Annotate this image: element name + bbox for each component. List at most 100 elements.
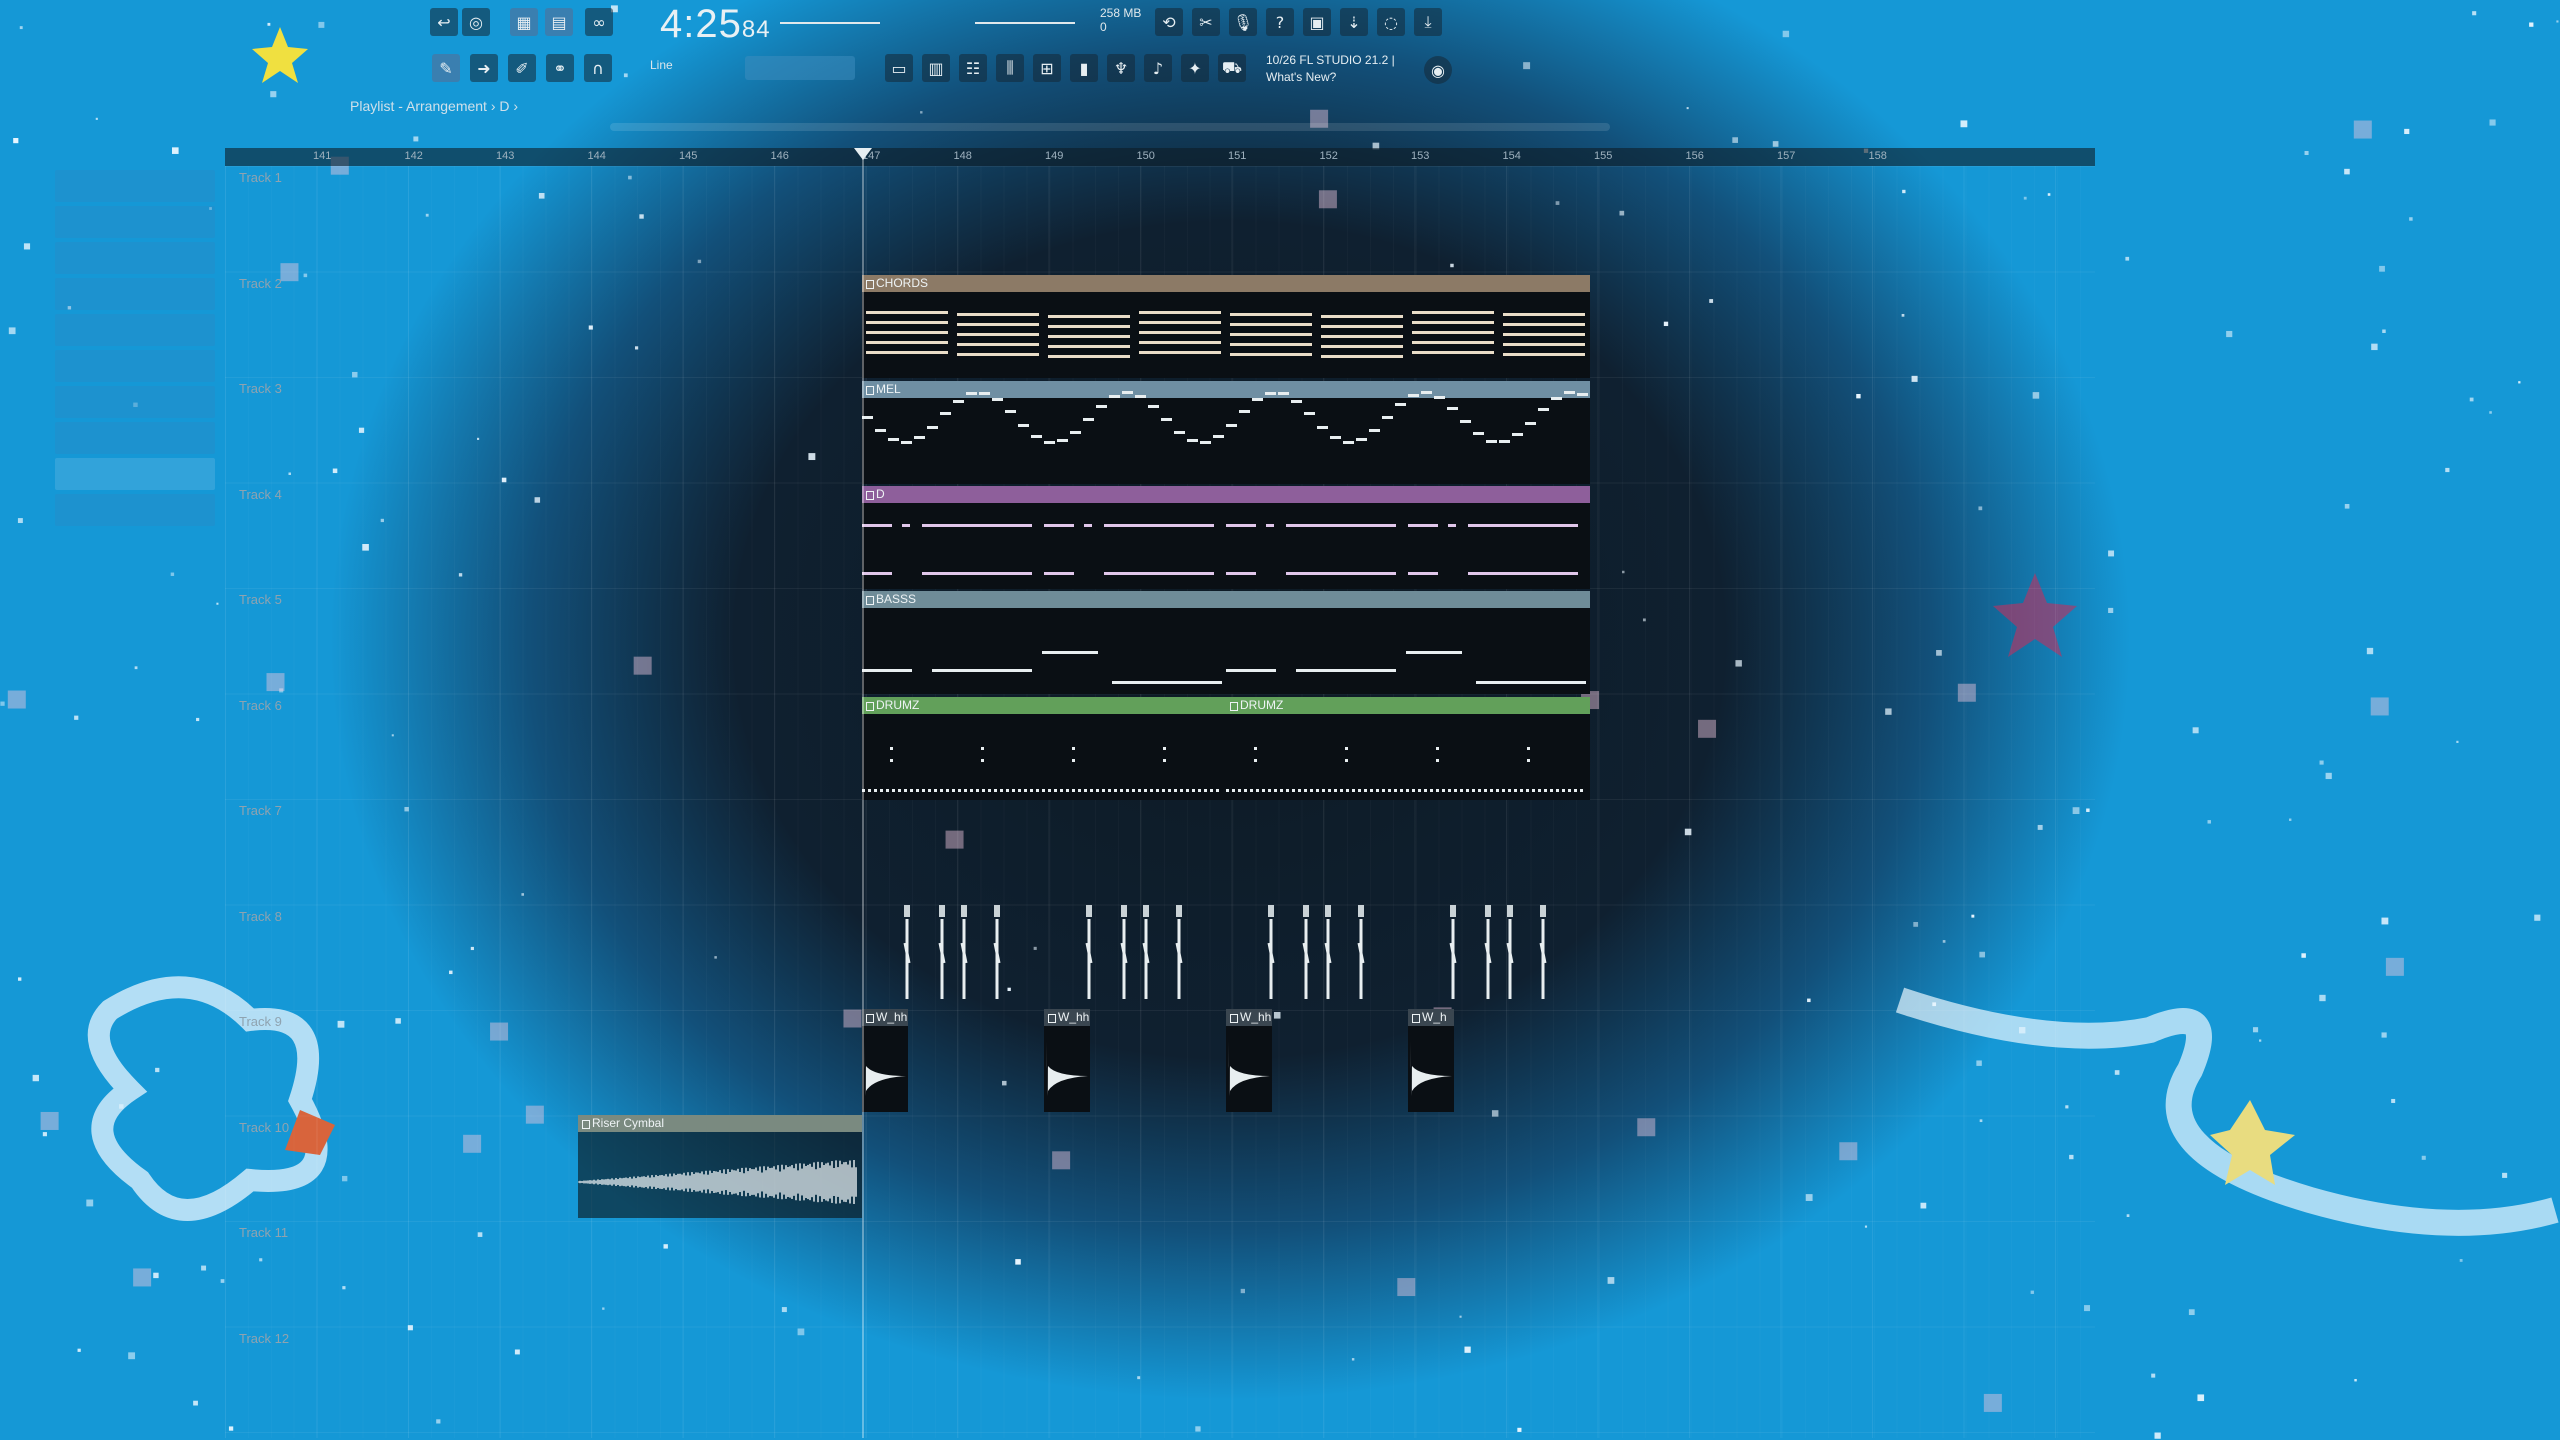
note bbox=[1083, 418, 1094, 421]
note bbox=[1310, 789, 1313, 792]
pattern-mode-icon[interactable]: ▤ bbox=[545, 8, 573, 36]
track-label[interactable]: Track 4 bbox=[239, 487, 282, 502]
track-label[interactable]: Track 2 bbox=[239, 276, 282, 291]
link-icon[interactable]: ⚭ bbox=[546, 54, 574, 82]
clip-hh-3[interactable]: W_hh bbox=[1226, 1009, 1272, 1112]
song-mode-icon[interactable]: ▦ bbox=[510, 8, 538, 36]
clip-chords[interactable]: CHORDS bbox=[862, 275, 1590, 378]
picker-item[interactable] bbox=[55, 422, 215, 454]
picker-item[interactable] bbox=[55, 170, 215, 202]
picker-item[interactable] bbox=[55, 386, 215, 418]
track-label[interactable]: Track 5 bbox=[239, 592, 282, 607]
clip-basss[interactable]: BASSS bbox=[862, 591, 1590, 694]
note bbox=[1556, 789, 1559, 792]
magnet-icon[interactable]: ∩ bbox=[584, 54, 612, 82]
track-label[interactable]: Track 11 bbox=[239, 1225, 288, 1240]
note bbox=[976, 789, 979, 792]
track-label[interactable]: Track 10 bbox=[239, 1120, 289, 1135]
picker-item-selected[interactable] bbox=[55, 458, 215, 490]
snap-selector[interactable]: Line bbox=[650, 58, 673, 72]
clip-drumz-a-label: DRUMZ bbox=[862, 697, 1226, 714]
picker-item[interactable] bbox=[55, 350, 215, 382]
song-position[interactable]: 4:2584 bbox=[660, 2, 771, 47]
document-icon[interactable]: ▮ bbox=[1070, 54, 1098, 82]
picker-item[interactable] bbox=[55, 314, 215, 346]
export-icon[interactable]: ⇣ bbox=[1340, 8, 1368, 36]
clip-d[interactable]: D bbox=[862, 486, 1590, 589]
note bbox=[1280, 789, 1283, 792]
note bbox=[1577, 393, 1588, 396]
wrench-icon[interactable]: ✦ bbox=[1181, 54, 1209, 82]
clip-drumz-b[interactable]: DRUMZ bbox=[1226, 697, 1590, 800]
breadcrumb[interactable]: Playlist - Arrangement › D › bbox=[350, 98, 518, 114]
note bbox=[862, 669, 912, 672]
cart-icon[interactable]: ⛟ bbox=[1218, 54, 1246, 82]
note bbox=[1496, 789, 1499, 792]
undo-icon[interactable]: ⟲ bbox=[1155, 8, 1183, 36]
playhead[interactable] bbox=[862, 148, 864, 1438]
cut-icon[interactable]: ✂ bbox=[1192, 8, 1220, 36]
loop-icon[interactable]: ∞ bbox=[585, 8, 613, 36]
draw-mode-icon[interactable]: ✎ bbox=[432, 54, 460, 82]
record-icon[interactable]: ◎ bbox=[462, 8, 490, 36]
note bbox=[934, 789, 937, 792]
note bbox=[1369, 429, 1380, 432]
download-icon[interactable]: ⤓ bbox=[1414, 8, 1442, 36]
timeline-ruler[interactable]: 141 142 143 144 145 146 147 148 149 150 151 152 153 1… bbox=[225, 148, 2095, 166]
note bbox=[862, 572, 892, 575]
news-icon[interactable]: ◉ bbox=[1424, 56, 1452, 84]
playhead-marker-icon[interactable] bbox=[854, 148, 872, 160]
recording-icon[interactable]: ♪ bbox=[1144, 54, 1172, 82]
note bbox=[1239, 410, 1250, 413]
note bbox=[1048, 345, 1130, 348]
pattern-song-toggle[interactable]: ↩ bbox=[430, 8, 458, 36]
note bbox=[1499, 440, 1510, 443]
note bbox=[1292, 789, 1295, 792]
track-label[interactable]: Track 1 bbox=[239, 170, 282, 185]
clip-hh-1[interactable]: W_hh bbox=[862, 1009, 908, 1112]
picker-item[interactable] bbox=[55, 242, 215, 274]
track-label[interactable]: Track 3 bbox=[239, 381, 282, 396]
plugin-icon[interactable]: ♆ bbox=[1107, 54, 1135, 82]
note bbox=[1244, 789, 1247, 792]
save-icon[interactable]: ▣ bbox=[1303, 8, 1331, 36]
arrow-icon[interactable]: ➜ bbox=[470, 54, 498, 82]
picker-item[interactable] bbox=[55, 494, 215, 526]
help-icon[interactable]: ? bbox=[1266, 8, 1294, 36]
piano-roll-icon[interactable]: ▥ bbox=[922, 54, 950, 82]
note bbox=[1018, 424, 1029, 427]
picker-panel bbox=[55, 170, 215, 550]
browser-icon[interactable]: ⊞ bbox=[1033, 54, 1061, 82]
clip-mel[interactable]: MEL bbox=[862, 381, 1590, 484]
picker-item[interactable] bbox=[55, 206, 215, 238]
clip-hh-4[interactable]: W_h bbox=[1408, 1009, 1454, 1112]
track-label[interactable]: Track 7 bbox=[239, 803, 282, 818]
tempo-slider[interactable] bbox=[780, 22, 880, 24]
master-volume-slider[interactable] bbox=[975, 22, 1075, 24]
note bbox=[1187, 439, 1198, 442]
clip-riser-cymbal[interactable]: Riser Cymbal bbox=[578, 1115, 862, 1218]
track-label[interactable]: Track 6 bbox=[239, 698, 282, 713]
picker-item[interactable] bbox=[55, 278, 215, 310]
mixer-icon[interactable]: ⫼ bbox=[996, 54, 1024, 82]
note bbox=[958, 789, 961, 792]
note bbox=[898, 789, 901, 792]
pattern-selector[interactable] bbox=[745, 56, 855, 80]
track-label[interactable]: Track 9 bbox=[239, 1014, 282, 1029]
horizontal-scrollbar[interactable] bbox=[610, 123, 1610, 131]
playlist-icon[interactable]: ▭ bbox=[885, 54, 913, 82]
microphone-icon[interactable]: 🎙 bbox=[1229, 8, 1257, 36]
note bbox=[914, 436, 925, 439]
note bbox=[1468, 524, 1578, 527]
hint-panel[interactable]: 10/26 FL STUDIO 21.2 | What's New? bbox=[1266, 52, 1395, 86]
note bbox=[1356, 438, 1367, 441]
chat-icon[interactable]: ◌ bbox=[1377, 8, 1405, 36]
clip-hh-2[interactable]: W_hh bbox=[1044, 1009, 1090, 1112]
note bbox=[940, 789, 943, 792]
note bbox=[1230, 333, 1312, 336]
track-label[interactable]: Track 8 bbox=[239, 909, 282, 924]
clip-drumz-a[interactable]: DRUMZ bbox=[862, 697, 1226, 800]
channel-rack-icon[interactable]: ☷ bbox=[959, 54, 987, 82]
brush-icon[interactable]: ✐ bbox=[508, 54, 536, 82]
track-label[interactable]: Track 12 bbox=[239, 1331, 289, 1346]
